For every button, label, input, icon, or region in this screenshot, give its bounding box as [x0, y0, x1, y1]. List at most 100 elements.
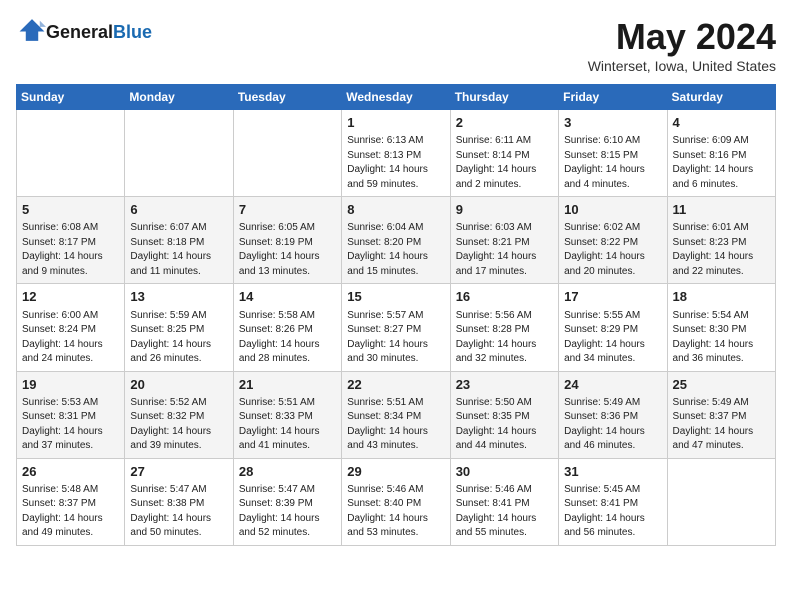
day-number: 24 [564, 376, 661, 394]
calendar-cell: 1Sunrise: 6:13 AMSunset: 8:13 PMDaylight… [342, 110, 450, 197]
day-number: 2 [456, 114, 553, 132]
day-info: Sunrise: 6:01 AMSunset: 8:23 PMDaylight:… [673, 221, 770, 279]
logo-icon [18, 16, 46, 44]
calendar-cell: 22Sunrise: 5:51 AMSunset: 8:34 PMDayligh… [342, 371, 450, 458]
weekday-header-sunday: Sunday [17, 85, 125, 110]
day-info: Sunrise: 5:47 AMSunset: 8:39 PMDaylight:… [239, 483, 336, 541]
calendar-cell: 15 Sunrise: 5:57 AMSunset: 8:27 PMDayligh… [342, 284, 450, 371]
day-number: 8 [347, 201, 444, 219]
calendar-cell [667, 458, 775, 545]
calendar-table: SundayMondayTuesdayWednesdayThursdayFrid… [16, 84, 776, 546]
day-info: Sunrise: 6:05 AMSunset: 8:19 PMDaylight:… [239, 221, 336, 279]
calendar-cell: 18 Sunrise: 5:54 AMSunset: 8:30 PMDayligh… [667, 284, 775, 371]
calendar-cell: 11 Sunrise: 6:01 AMSunset: 8:23 PMDayligh… [667, 197, 775, 284]
calendar-cell: 27 Sunrise: 5:47 AMSunset: 8:38 PMDayligh… [125, 458, 233, 545]
calendar-week-row: 19Sunrise: 5:53 AMSunset: 8:31 PMDayligh… [17, 371, 776, 458]
day-number: 16 [456, 288, 553, 306]
day-info: Sunrise: 5:50 AMSunset: 8:35 PMDaylight:… [456, 396, 553, 454]
day-info: Sunrise: 6:09 AMSunset: 8:16 PMDaylight:… [673, 134, 770, 192]
calendar-week-row: 1Sunrise: 6:13 AMSunset: 8:13 PMDaylight… [17, 110, 776, 197]
weekday-header-saturday: Saturday [667, 85, 775, 110]
day-number: 25 [673, 376, 770, 394]
day-number: 7 [239, 201, 336, 219]
calendar-cell: 7 Sunrise: 6:05 AMSunset: 8:19 PMDaylight… [233, 197, 341, 284]
logo-general-text: General [46, 22, 113, 42]
calendar-cell: 2 Sunrise: 6:11 AMSunset: 8:14 PMDaylight… [450, 110, 558, 197]
calendar-cell: 8 Sunrise: 6:04 AMSunset: 8:20 PMDaylight… [342, 197, 450, 284]
calendar-cell: 24 Sunrise: 5:49 AMSunset: 8:36 PMDayligh… [559, 371, 667, 458]
calendar-week-row: 5 Sunrise: 6:08 AMSunset: 8:17 PMDaylight… [17, 197, 776, 284]
day-number: 31 [564, 463, 661, 481]
weekday-header-friday: Friday [559, 85, 667, 110]
day-info: Sunrise: 6:11 AMSunset: 8:14 PMDaylight:… [456, 134, 553, 192]
calendar-cell: 19Sunrise: 5:53 AMSunset: 8:31 PMDayligh… [17, 371, 125, 458]
page-header: GeneralBlue May 2024 Winterset, Iowa, Un… [16, 16, 776, 74]
calendar-cell: 12Sunrise: 6:00 AMSunset: 8:24 PMDayligh… [17, 284, 125, 371]
day-number: 27 [130, 463, 227, 481]
weekday-header-tuesday: Tuesday [233, 85, 341, 110]
calendar-cell: 20Sunrise: 5:52 AMSunset: 8:32 PMDayligh… [125, 371, 233, 458]
day-number: 11 [673, 201, 770, 219]
day-number: 12 [22, 288, 119, 306]
location: Winterset, Iowa, United States [588, 58, 776, 74]
title-block: May 2024 Winterset, Iowa, United States [588, 16, 776, 74]
day-number: 29 [347, 463, 444, 481]
calendar-cell: 14Sunrise: 5:58 AMSunset: 8:26 PMDayligh… [233, 284, 341, 371]
day-info: Sunrise: 6:04 AMSunset: 8:20 PMDaylight:… [347, 221, 444, 279]
day-info: Sunrise: 5:49 AMSunset: 8:36 PMDaylight:… [564, 396, 661, 454]
calendar-cell: 29 Sunrise: 5:46 AMSunset: 8:40 PMDayligh… [342, 458, 450, 545]
day-number: 21 [239, 376, 336, 394]
day-info: Sunrise: 5:54 AMSunset: 8:30 PMDaylight:… [673, 309, 770, 367]
day-info: Sunrise: 6:10 AMSunset: 8:15 PMDaylight:… [564, 134, 661, 192]
weekday-header-thursday: Thursday [450, 85, 558, 110]
weekday-header-wednesday: Wednesday [342, 85, 450, 110]
day-number: 13 [130, 288, 227, 306]
day-info: Sunrise: 5:53 AMSunset: 8:31 PMDaylight:… [22, 396, 119, 454]
day-number: 5 [22, 201, 119, 219]
calendar-cell: 17 Sunrise: 5:55 AMSunset: 8:29 PMDayligh… [559, 284, 667, 371]
calendar-cell: 31 Sunrise: 5:45 AMSunset: 8:41 PMDayligh… [559, 458, 667, 545]
calendar-cell: 4 Sunrise: 6:09 AMSunset: 8:16 PMDaylight… [667, 110, 775, 197]
calendar-cell: 3 Sunrise: 6:10 AMSunset: 8:15 PMDaylight… [559, 110, 667, 197]
day-number: 15 [347, 288, 444, 306]
day-info: Sunrise: 5:51 AMSunset: 8:33 PMDaylight:… [239, 396, 336, 454]
day-number: 30 [456, 463, 553, 481]
calendar-cell: 25Sunrise: 5:49 AMSunset: 8:37 PMDayligh… [667, 371, 775, 458]
day-number: 3 [564, 114, 661, 132]
day-info: Sunrise: 5:59 AMSunset: 8:25 PMDaylight:… [130, 309, 227, 367]
day-info: Sunrise: 5:55 AMSunset: 8:29 PMDaylight:… [564, 309, 661, 367]
calendar-cell [233, 110, 341, 197]
day-number: 14 [239, 288, 336, 306]
day-info: Sunrise: 6:07 AMSunset: 8:18 PMDaylight:… [130, 221, 227, 279]
calendar-cell: 26Sunrise: 5:48 AMSunset: 8:37 PMDayligh… [17, 458, 125, 545]
day-info: Sunrise: 5:56 AMSunset: 8:28 PMDaylight:… [456, 309, 553, 367]
calendar-cell: 21 Sunrise: 5:51 AMSunset: 8:33 PMDayligh… [233, 371, 341, 458]
day-info: Sunrise: 5:46 AMSunset: 8:41 PMDaylight:… [456, 483, 553, 541]
calendar-cell: 6 Sunrise: 6:07 AMSunset: 8:18 PMDaylight… [125, 197, 233, 284]
calendar-cell: 28 Sunrise: 5:47 AMSunset: 8:39 PMDayligh… [233, 458, 341, 545]
calendar-cell: 10Sunrise: 6:02 AMSunset: 8:22 PMDayligh… [559, 197, 667, 284]
calendar-cell: 16 Sunrise: 5:56 AMSunset: 8:28 PMDayligh… [450, 284, 558, 371]
weekday-header-monday: Monday [125, 85, 233, 110]
day-number: 9 [456, 201, 553, 219]
day-number: 18 [673, 288, 770, 306]
calendar-cell [125, 110, 233, 197]
month-title: May 2024 [588, 16, 776, 58]
day-info: Sunrise: 6:08 AMSunset: 8:17 PMDaylight:… [22, 221, 119, 279]
calendar-week-row: 12Sunrise: 6:00 AMSunset: 8:24 PMDayligh… [17, 284, 776, 371]
day-info: Sunrise: 5:47 AMSunset: 8:38 PMDaylight:… [130, 483, 227, 541]
day-number: 17 [564, 288, 661, 306]
calendar-cell: 13 Sunrise: 5:59 AMSunset: 8:25 PMDayligh… [125, 284, 233, 371]
day-number: 28 [239, 463, 336, 481]
calendar-cell: 5 Sunrise: 6:08 AMSunset: 8:17 PMDaylight… [17, 197, 125, 284]
day-number: 6 [130, 201, 227, 219]
day-info: Sunrise: 5:45 AMSunset: 8:41 PMDaylight:… [564, 483, 661, 541]
day-info: Sunrise: 6:03 AMSunset: 8:21 PMDaylight:… [456, 221, 553, 279]
calendar-cell: 30 Sunrise: 5:46 AMSunset: 8:41 PMDayligh… [450, 458, 558, 545]
day-number: 4 [673, 114, 770, 132]
day-info: Sunrise: 6:02 AMSunset: 8:22 PMDaylight:… [564, 221, 661, 279]
day-info: Sunrise: 5:48 AMSunset: 8:37 PMDaylight:… [22, 483, 119, 541]
day-number: 20 [130, 376, 227, 394]
day-info: Sunrise: 5:57 AMSunset: 8:27 PMDaylight:… [347, 309, 444, 367]
day-info: Sunrise: 5:46 AMSunset: 8:40 PMDaylight:… [347, 483, 444, 541]
